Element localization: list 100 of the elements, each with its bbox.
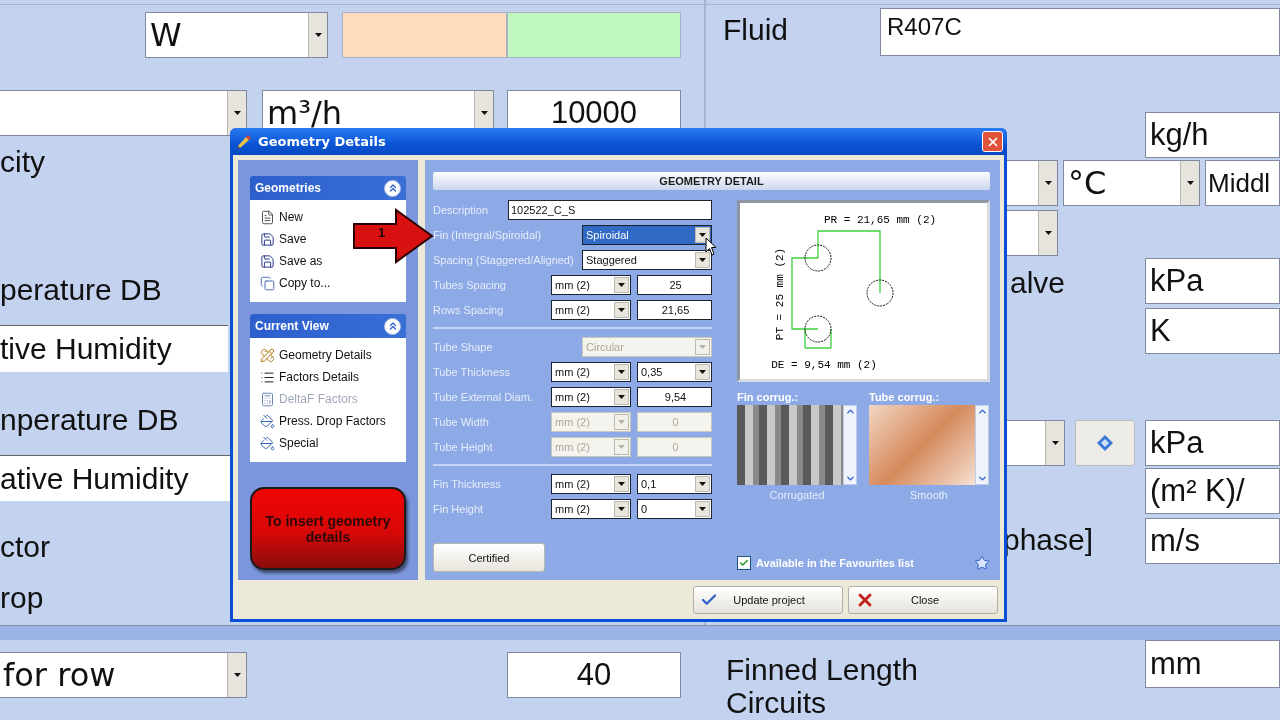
combo-box[interactable]: for row [0,652,247,698]
field-label: Circuits [726,688,827,718]
caret-icon [233,673,241,677]
sidebar-item[interactable]: Save as [260,250,323,272]
field-label: Description [433,204,490,216]
sidebar-item[interactable]: New [260,206,303,228]
update-button[interactable]: Update project [693,586,843,614]
sidebar-item[interactable]: Special [260,432,319,454]
text-field[interactable]: R407C [880,8,1280,56]
dropdown[interactable]: Spiroidal [582,225,712,245]
field-label: Finned Length [726,652,919,688]
caret-icon [233,111,241,115]
calculator-icon [260,391,275,407]
text-field[interactable]: kPa [1145,258,1280,304]
caret-icon [699,258,706,262]
caret-icon [618,445,625,449]
text-field[interactable]: Middl [1205,160,1280,206]
collapse-button[interactable] [384,179,401,197]
window-title: Geometry Details [258,134,387,149]
pitch-label: PR = 21,65 mm (2) [823,214,937,226]
combo-box[interactable]: °C [1063,160,1200,206]
info-button[interactable] [1075,420,1135,466]
text-field[interactable]: m/s [1145,518,1280,564]
combo-box[interactable] [0,90,247,136]
field-label: Tube Width [433,416,490,428]
sidebar-item[interactable]: Copy to... [260,272,331,294]
copy-icon [260,275,275,291]
close-button[interactable] [982,131,1003,152]
sidebar-item[interactable]: Geometry Details [260,344,372,366]
group-title: Current View [255,319,329,333]
unit-dropdown[interactable]: mm (2) [551,300,631,320]
certified-button[interactable]: Certified [433,543,545,572]
unit-dropdown[interactable]: mm (2) [551,474,631,494]
caret-icon [618,395,625,399]
value-field[interactable]: 21,65 [637,300,712,320]
callout-note: To insert geometry details [250,487,406,570]
caret-icon [1051,441,1059,445]
value-field[interactable]: 25 [637,275,712,295]
corrugation-caption: Corrugated [768,489,826,501]
collapse-button[interactable] [384,317,401,335]
text-field[interactable]: 102522_C_S [508,200,712,220]
paint-bucket-icon [260,435,275,451]
sidebar-item[interactable]: Save [260,228,307,250]
corrugation-caption: Smooth [909,489,949,501]
diameter-label: DE = 9,54 mm (2) [771,359,877,371]
dropdown[interactable]: Staggered [582,250,712,270]
checkbox[interactable] [737,556,751,570]
sidebar-item[interactable]: Factors Details [260,366,360,388]
field-label: Spacing (Staggered/Aligned) [433,254,575,266]
unit-dropdown[interactable]: mm (2) [551,362,631,382]
star-icon[interactable] [974,555,990,571]
text-field[interactable]: kg/h [1145,112,1280,158]
text-field[interactable]: (m² K)/ [1145,468,1280,514]
caret-icon [699,345,706,349]
unit-dropdown[interactable]: mm (2) [551,387,631,407]
panel-header: GEOMETRY DETAIL [433,172,990,190]
unit-dropdown[interactable]: mm (2) [551,499,631,519]
caret-icon [618,308,625,312]
field-label: Fin Height [433,503,485,515]
text-field[interactable]: mm [1145,640,1280,688]
caret-icon [1186,181,1194,185]
value-field[interactable]: 9,54 [637,387,712,407]
step-number: 1 [378,225,386,240]
paint-bucket-icon [260,413,275,429]
scroll-up-icon [976,406,988,417]
field-label: Tube External Diam. [433,391,534,403]
mouse-cursor-icon [705,237,717,256]
field-label: tive Humidity [0,325,228,372]
scroll-down-icon [976,473,988,484]
pitch-label: PT = 25 mm (2) [774,247,786,341]
field-label: Fin Thickness [433,478,502,490]
caret-icon [699,233,706,237]
value-dropdown[interactable]: 0,35 [637,362,712,382]
sidebar-item[interactable]: Press. Drop Factors [260,410,386,432]
field-label: Tubes Spacing [433,279,507,291]
field-label: alve [1010,265,1067,301]
value-dropdown[interactable]: 0,1 [637,474,712,494]
field-label: Fluid [723,12,790,48]
caret-icon [314,33,322,37]
field-label: rop [0,580,45,616]
group-title: Geometries [255,181,322,195]
checkbox-label: Available in the Favourites list [756,557,915,569]
field-label: Rows Spacing [433,304,505,316]
caret-icon [480,111,488,115]
field-label: perature DB [0,272,163,308]
value-dropdown[interactable]: 0 [637,499,712,519]
close-dialog-button[interactable]: Close [848,586,998,614]
scrollbar[interactable] [843,405,857,485]
corrugation-title: Fin corrug.: [737,391,800,405]
combo-box[interactable]: W [145,12,328,58]
diamond-icon [1097,435,1113,451]
unit-dropdown[interactable]: mm (2) [551,275,631,295]
text-field[interactable]: K [1145,308,1280,354]
caret-icon [618,283,625,287]
field-label: nperature DB [0,402,180,438]
text-field[interactable]: kPa [1145,420,1280,466]
field-label: city [0,144,46,180]
text-field[interactable]: 40 [507,652,681,698]
scrollbar[interactable] [975,405,989,485]
field-label: Tube Thickness [433,366,512,378]
